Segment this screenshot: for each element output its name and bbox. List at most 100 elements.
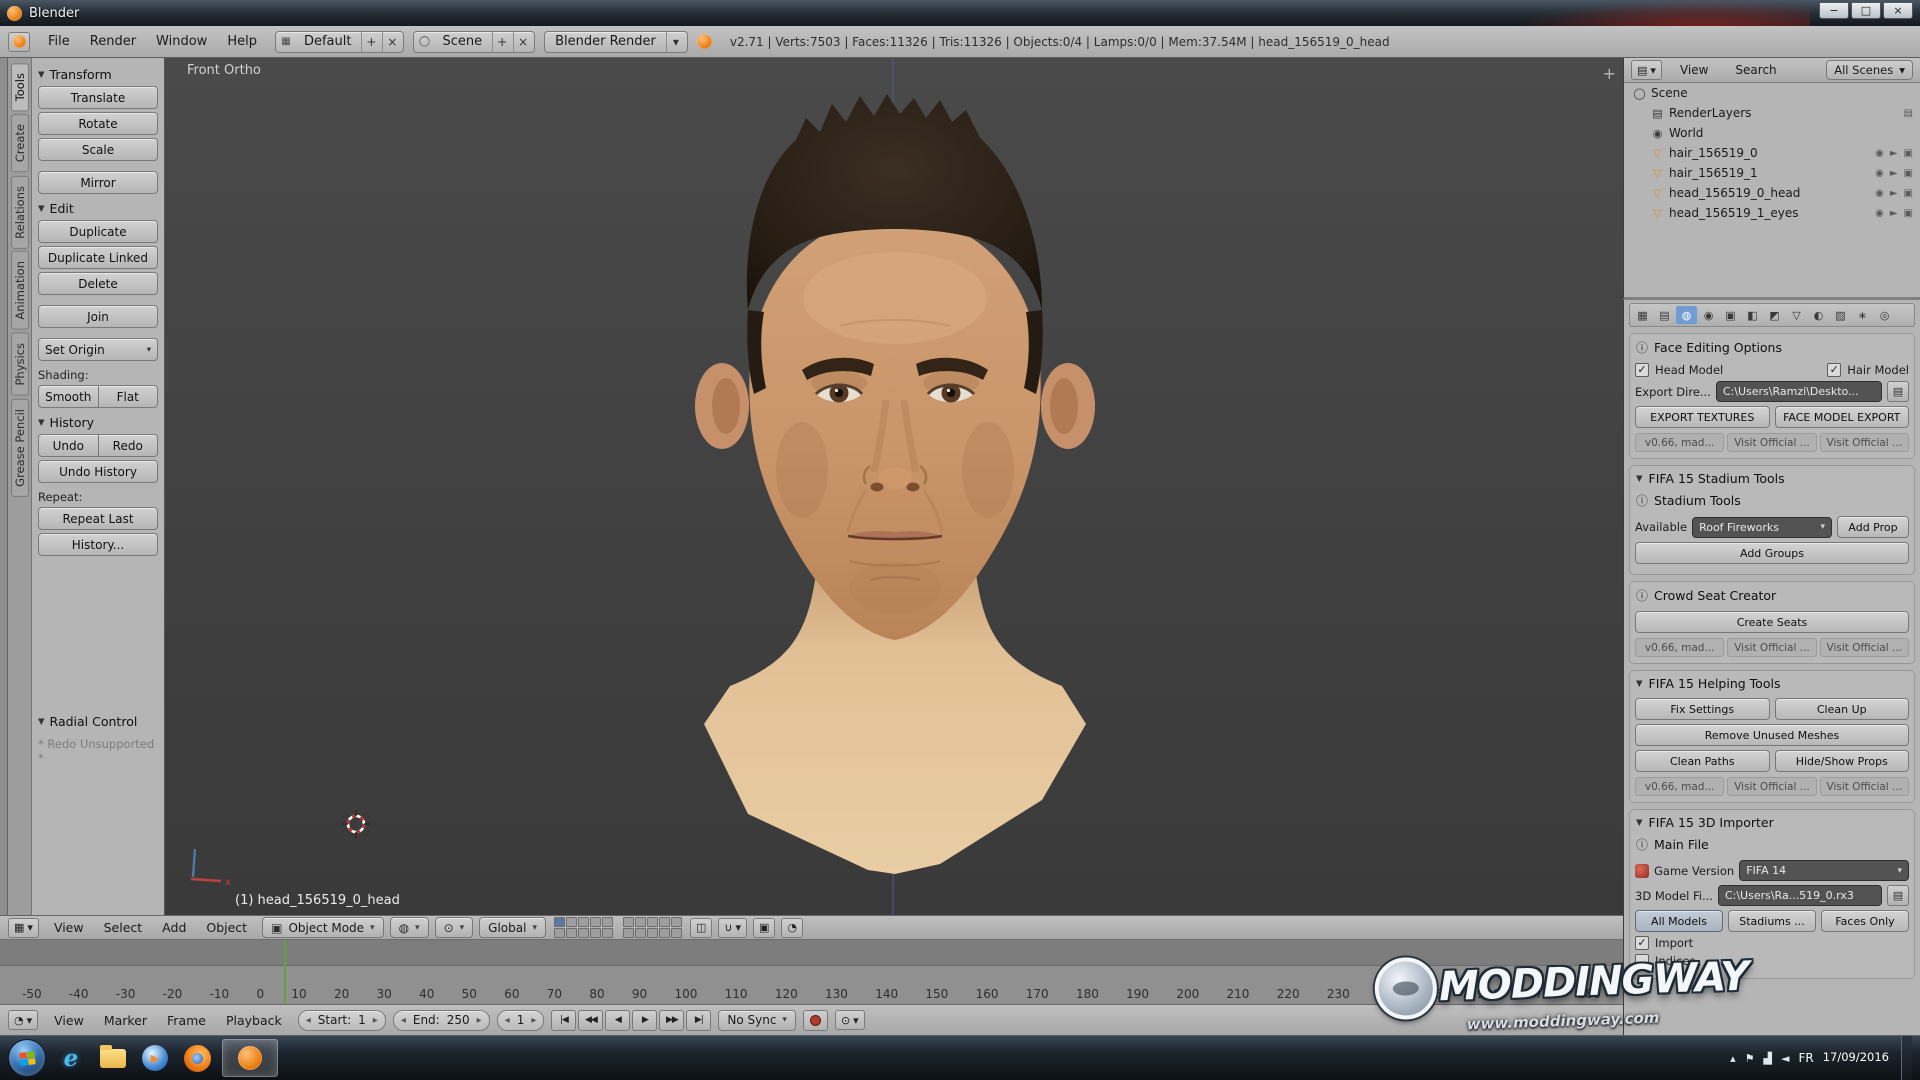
main-file-subheader[interactable]: ⓘ Main File xyxy=(1635,833,1909,856)
frame-end-field[interactable]: ◂ End: 250 ▸ xyxy=(392,1009,490,1031)
stadium-tools-subheader[interactable]: ⓘ Stadium Tools xyxy=(1635,489,1909,512)
add-layout-button[interactable]: + xyxy=(361,31,380,52)
keying-set-button[interactable]: ⊙ ▾ xyxy=(834,1010,865,1030)
object-data-tab-icon[interactable]: ▽ xyxy=(1786,306,1807,324)
all-models-button[interactable]: All Models xyxy=(1635,910,1723,932)
add-scene-button[interactable]: + xyxy=(492,31,511,52)
delete-layout-button[interactable]: × xyxy=(382,31,401,52)
layer-grid-1[interactable] xyxy=(553,917,613,938)
blender-taskbar-button[interactable] xyxy=(222,1039,278,1077)
hidden-icons-arrow[interactable]: ▴ xyxy=(1730,1052,1736,1065)
layer-toggle[interactable] xyxy=(577,928,589,938)
decrement-icon[interactable]: ◂ xyxy=(306,1015,311,1026)
tab-animation[interactable]: Animation xyxy=(10,251,29,331)
top-menu-item[interactable]: File xyxy=(39,31,79,52)
visibility-toggle-icon[interactable]: ◉ xyxy=(1875,148,1884,159)
crowd-seat-header[interactable]: ⓘ Crowd Seat Creator xyxy=(1635,584,1909,607)
layer-toggle[interactable] xyxy=(589,917,601,927)
jump-prev-keyframe-button[interactable]: ◀◀ xyxy=(578,1009,604,1031)
timeline-menu-item[interactable]: View xyxy=(45,1010,93,1031)
visibility-toggle-icon[interactable]: ◉ xyxy=(1875,188,1884,199)
layer-toggle[interactable] xyxy=(577,917,589,927)
add-groups-button[interactable]: Add Groups xyxy=(1635,542,1909,564)
layer-toggle[interactable] xyxy=(646,917,658,927)
flat-button[interactable]: Flat xyxy=(98,385,158,408)
browse-folder-button[interactable]: ▤ xyxy=(1887,381,1909,402)
tab-create[interactable]: Create xyxy=(10,114,29,173)
mirror-button[interactable]: Mirror xyxy=(38,171,158,194)
layer-toggle[interactable] xyxy=(601,928,613,938)
face-model-export-button[interactable]: FACE MODEL EXPORT xyxy=(1774,406,1909,428)
physics-tab-icon[interactable]: ◎ xyxy=(1874,306,1895,324)
mode-selector[interactable]: ▣ Object Mode ▾ xyxy=(262,917,384,938)
redo-button[interactable]: Redo xyxy=(98,434,158,457)
outliner-row-world[interactable]: ◉ World xyxy=(1624,123,1920,143)
render-anim-button[interactable]: ◔ xyxy=(781,917,803,938)
viewport-menu-item[interactable]: View xyxy=(45,917,93,938)
history-panel-header[interactable]: ▼ History xyxy=(38,415,158,430)
app-menu-button[interactable] xyxy=(8,31,30,52)
action-center-icon[interactable]: ⚑ xyxy=(1745,1052,1755,1065)
create-seats-button[interactable]: Create Seats xyxy=(1635,611,1909,633)
volume-icon[interactable]: ◄ xyxy=(1781,1052,1789,1065)
layer-toggle[interactable] xyxy=(622,928,634,938)
snap-button[interactable]: ∪ ▾ xyxy=(718,917,747,938)
history-menu-button[interactable]: History... xyxy=(38,533,158,556)
duplicate-linked-button[interactable]: Duplicate Linked xyxy=(38,246,158,269)
edit-panel-header[interactable]: ▼ Edit xyxy=(38,201,158,216)
texture-tab-icon[interactable]: ▨ xyxy=(1830,306,1851,324)
minimize-button[interactable]: − xyxy=(1819,2,1849,19)
visit-official-link[interactable]: Visit Official ... xyxy=(1819,777,1909,796)
renderability-toggle-icon[interactable]: ▣ xyxy=(1904,208,1913,219)
face-editing-header[interactable]: ⓘ Face Editing Options xyxy=(1635,336,1909,359)
model-file-field[interactable]: C:\Users\Ra...519_0.rx3 xyxy=(1717,885,1882,906)
selectability-toggle-icon[interactable]: ► xyxy=(1890,168,1898,179)
outliner-search-menu[interactable]: Search xyxy=(1726,60,1785,80)
import-checkbox[interactable]: ✓ Import xyxy=(1635,936,1693,950)
layer-toggle[interactable] xyxy=(670,928,682,938)
importer-header[interactable]: ▼ FIFA 15 3D Importer xyxy=(1635,812,1909,833)
network-icon[interactable]: ▟ xyxy=(1764,1052,1772,1065)
close-button[interactable]: × xyxy=(1883,2,1913,19)
outliner-editor-type-button[interactable]: ▤ ▾ xyxy=(1631,60,1662,80)
explorer-folder-icon[interactable] xyxy=(96,1041,130,1075)
timeline-menu-item[interactable]: Marker xyxy=(95,1010,156,1031)
layer-toggle[interactable] xyxy=(634,928,646,938)
hide-show-props-button[interactable]: Hide/Show Props xyxy=(1774,750,1909,772)
layer-toggle[interactable] xyxy=(634,917,646,927)
export-textures-button[interactable]: EXPORT TEXTURES xyxy=(1635,406,1770,428)
timeline-menu-item[interactable]: Frame xyxy=(158,1010,215,1031)
object-tab-icon[interactable]: ▣ xyxy=(1720,306,1741,324)
game-version-selector[interactable]: FIFA 14 ▾ xyxy=(1739,860,1909,881)
decrement-icon[interactable]: ◂ xyxy=(401,1015,406,1026)
renderability-toggle-icon[interactable]: ▣ xyxy=(1904,188,1913,199)
layer-toggle[interactable] xyxy=(565,928,577,938)
scene-tab-icon[interactable]: ◍ xyxy=(1676,306,1697,324)
visit-official-link[interactable]: Visit Official ... xyxy=(1727,433,1817,452)
viewport-menu-item[interactable]: Add xyxy=(153,917,195,938)
duplicate-button[interactable]: Duplicate xyxy=(38,220,158,243)
faces-only-button[interactable]: Faces Only xyxy=(1821,910,1909,932)
fix-settings-button[interactable]: Fix Settings xyxy=(1635,698,1770,720)
clock-date[interactable]: 17/09/2016 xyxy=(1823,1050,1889,1065)
render-ogl-button[interactable]: ▣ xyxy=(752,917,776,938)
visibility-toggle-icon[interactable]: ◉ xyxy=(1875,168,1884,179)
radial-control-header[interactable]: ▼ Radial Control xyxy=(38,714,158,729)
outliner-display-selector[interactable]: All Scenes ▾ xyxy=(1826,60,1913,80)
sync-mode-selector[interactable]: No Sync ▾ xyxy=(718,1009,796,1031)
transform-panel-header[interactable]: ▼ Transform xyxy=(38,67,158,82)
render-tab-icon[interactable]: ▦ xyxy=(1632,306,1653,324)
outliner-row-head[interactable]: ▽ head_156519_0_head ◉ ► ▣ xyxy=(1624,183,1920,203)
translate-button[interactable]: Translate xyxy=(38,86,158,109)
layer-toggle[interactable] xyxy=(589,928,601,938)
top-menu-item[interactable]: Render xyxy=(81,31,145,52)
tab-relations[interactable]: Relations xyxy=(10,175,29,249)
indices-checkbox[interactable]: Indices xyxy=(1635,954,1696,968)
visibility-toggle-icon[interactable]: ◉ xyxy=(1875,208,1884,219)
world-tab-icon[interactable]: ◉ xyxy=(1698,306,1719,324)
play-button[interactable]: ▶ xyxy=(632,1009,658,1031)
stadium-tools-header[interactable]: ▼ FIFA 15 Stadium Tools xyxy=(1635,468,1909,489)
export-dir-field[interactable]: C:\Users\Ramzi\Deskto... xyxy=(1715,381,1882,402)
layer-toggle[interactable] xyxy=(601,917,613,927)
top-menu-item[interactable]: Help xyxy=(218,31,266,52)
